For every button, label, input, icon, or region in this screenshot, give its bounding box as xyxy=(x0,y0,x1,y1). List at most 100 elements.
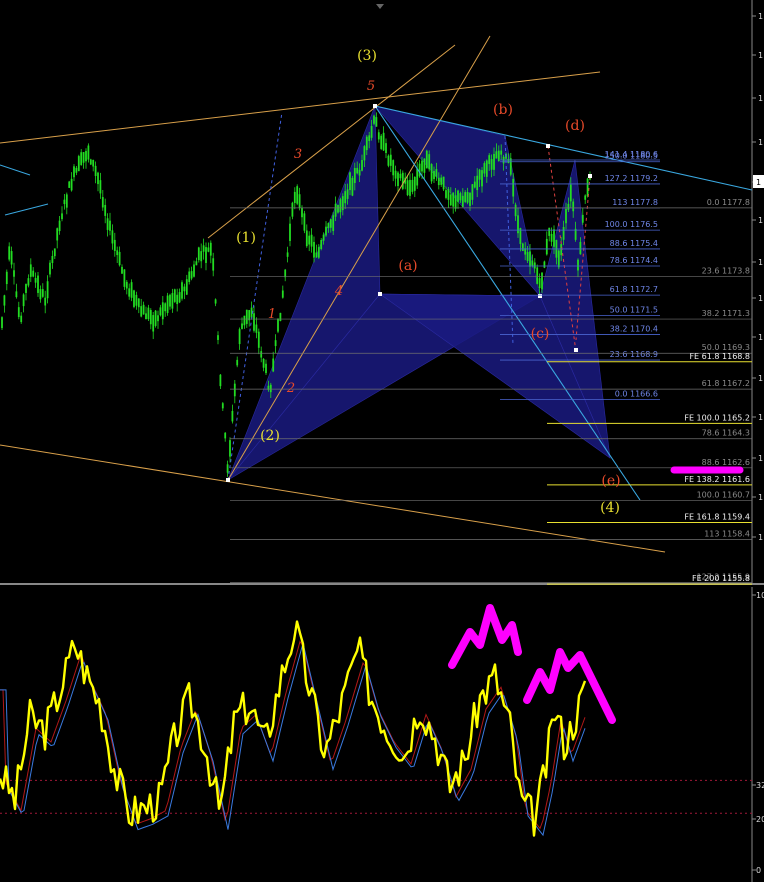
candle-body xyxy=(176,294,179,305)
candle-body xyxy=(356,167,359,174)
candle-body xyxy=(351,177,354,196)
candle-body xyxy=(243,315,246,326)
fib-level-label: 113 1177.8 xyxy=(612,198,658,207)
candle-body xyxy=(61,213,63,220)
candle-body xyxy=(322,234,325,241)
candle-body xyxy=(274,340,277,347)
fib-level-label: 78.6 1174.4 xyxy=(610,256,658,265)
candle-body xyxy=(382,132,385,151)
candle-body xyxy=(178,292,181,303)
candle-body xyxy=(253,313,255,331)
candle-body xyxy=(428,154,431,170)
candle-body xyxy=(325,226,327,236)
candle-body xyxy=(49,262,51,275)
anchor-point[interactable] xyxy=(574,348,578,352)
candle-body xyxy=(51,255,54,263)
axis-tick-label: 1 xyxy=(758,258,763,267)
candle-body xyxy=(430,164,433,182)
candle-body xyxy=(346,189,349,199)
candle-body xyxy=(238,329,241,345)
oscillator-axis-label: 32 xyxy=(756,781,764,790)
candle-body xyxy=(296,186,299,204)
candle-body xyxy=(476,175,479,191)
candle-body xyxy=(281,290,284,298)
wave-label-red-letter: (e) xyxy=(601,473,620,489)
candle-body xyxy=(116,250,119,256)
candle-body xyxy=(10,251,13,265)
fib-level-label: 61.8 1172.7 xyxy=(610,285,658,294)
candle-body xyxy=(401,172,404,189)
wave-label-red: 2 xyxy=(286,381,295,396)
candle-body xyxy=(291,202,294,217)
candle-body xyxy=(207,247,210,252)
axis-tick-label: 1 xyxy=(758,454,763,463)
candle-body xyxy=(353,167,356,183)
candle-body xyxy=(517,215,519,234)
candle-body xyxy=(349,172,351,191)
candle-body xyxy=(133,290,135,307)
candle-body xyxy=(63,199,66,205)
candle-body xyxy=(269,384,272,393)
candle-body xyxy=(221,403,224,409)
wave-label-yellow: (1) xyxy=(236,230,256,246)
candle-body xyxy=(202,245,205,252)
candle-body xyxy=(231,410,234,422)
candle-body xyxy=(483,163,486,174)
candle-body xyxy=(493,153,495,170)
fib-level-label: 23.6 1173.8 xyxy=(702,266,750,275)
axis-tick-label: 1 xyxy=(758,333,763,342)
candle-body xyxy=(584,195,587,200)
candle-body xyxy=(15,291,18,298)
axis-tick-label: 1 xyxy=(758,374,763,383)
candle-body xyxy=(277,318,279,332)
candle-body xyxy=(255,324,258,333)
candle-body xyxy=(332,215,335,232)
candle-body xyxy=(185,279,188,295)
candle-body xyxy=(334,203,337,217)
candle-body xyxy=(320,239,323,250)
candle-body xyxy=(87,145,90,160)
candle-body xyxy=(550,233,553,242)
candle-body xyxy=(197,247,200,261)
candle-body xyxy=(195,261,198,266)
trading-chart[interactable]: 141.4 1180.6150.0 1180.5127.2 1179.2113 … xyxy=(0,0,764,882)
candle-body xyxy=(514,204,517,217)
candle-body xyxy=(229,440,231,457)
anchor-point[interactable] xyxy=(378,292,382,296)
candle-body xyxy=(75,167,78,173)
candle-body xyxy=(437,177,440,186)
candle-body xyxy=(497,150,500,162)
candle-body xyxy=(164,303,167,312)
candle-body xyxy=(389,154,392,166)
anchor-point[interactable] xyxy=(546,144,550,148)
candle-body xyxy=(1,317,3,329)
candle-body xyxy=(409,179,411,196)
candle-body xyxy=(109,220,111,231)
candle-body xyxy=(473,181,476,188)
candle-body xyxy=(104,204,107,216)
candle-body xyxy=(142,304,145,315)
anchor-point[interactable] xyxy=(588,174,592,178)
candle-body xyxy=(308,235,311,245)
anchor-point[interactable] xyxy=(226,478,230,482)
candle-body xyxy=(3,295,6,306)
candle-body xyxy=(272,358,275,372)
candle-body xyxy=(279,312,282,322)
candle-body xyxy=(553,229,555,247)
candle-body xyxy=(29,264,32,277)
anchor-point[interactable] xyxy=(538,294,542,298)
candle-body xyxy=(567,203,570,210)
fib-level-label: 61.8 1167.2 xyxy=(702,379,750,388)
candle-body xyxy=(363,146,366,161)
anchor-point[interactable] xyxy=(373,104,377,108)
candle-body xyxy=(337,205,339,213)
wave-label-red: 3 xyxy=(294,147,302,162)
fib-level-label: 150.0 1180.5 xyxy=(605,152,658,161)
candle-body xyxy=(413,176,416,191)
candle-body xyxy=(245,309,248,324)
candle-body xyxy=(469,192,471,206)
candle-body xyxy=(380,135,383,149)
candle-body xyxy=(20,315,23,323)
candle-body xyxy=(188,271,191,283)
candle-body xyxy=(392,160,395,176)
